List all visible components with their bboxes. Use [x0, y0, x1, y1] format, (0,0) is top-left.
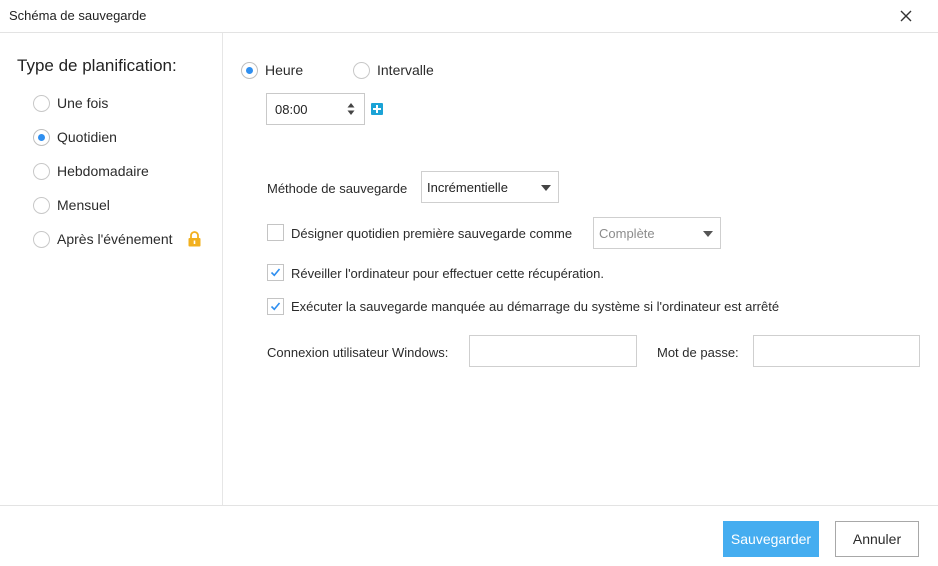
window-title: Schéma de sauvegarde	[9, 8, 147, 23]
cancel-button[interactable]: Annuler	[835, 521, 919, 557]
mode-intervalle-label: Intervalle	[377, 62, 434, 78]
schedule-type-daily-label: Quotidien	[57, 129, 117, 145]
dialog-footer: Sauvegarder Annuler	[0, 505, 938, 566]
checkmark-icon	[270, 268, 281, 277]
backup-method-select[interactable]: Incrémentielle	[421, 171, 559, 203]
radio-heure[interactable]	[241, 61, 258, 79]
schedule-type-weekly[interactable]: Hebdomadaire	[33, 161, 149, 181]
schedule-type-once-label: Une fois	[57, 95, 109, 111]
radio-intervalle[interactable]	[353, 61, 370, 79]
wake-computer-checkbox[interactable]	[267, 264, 284, 281]
schedule-type-daily[interactable]: Quotidien	[33, 127, 117, 147]
windows-user-input[interactable]	[469, 335, 637, 367]
schedule-type-after-event-label: Après l'événement	[57, 231, 173, 247]
time-stepper[interactable]: 08:00	[266, 93, 365, 125]
first-backup-label: Désigner quotidien première sauvegarde c…	[291, 226, 573, 241]
mode-intervalle[interactable]: Intervalle	[353, 60, 434, 80]
save-button[interactable]: Sauvegarder	[723, 521, 819, 557]
close-icon[interactable]	[898, 8, 914, 24]
schedule-type-sidebar: Type de planification: Une fois Quotidie…	[0, 33, 223, 505]
backup-method-label: Méthode de sauvegarde	[267, 181, 408, 196]
schedule-type-once[interactable]: Une fois	[33, 93, 108, 113]
schedule-type-monthly[interactable]: Mensuel	[33, 195, 110, 215]
password-input[interactable]	[753, 335, 920, 367]
missed-backup-checkbox[interactable]	[267, 298, 284, 315]
missed-backup-label: Exécuter la sauvegarde manquée au démarr…	[291, 299, 780, 314]
windows-user-label: Connexion utilisateur Windows:	[267, 345, 449, 360]
first-backup-checkbox[interactable]	[267, 224, 284, 241]
schedule-type-monthly-label: Mensuel	[57, 197, 110, 213]
radio-monthly[interactable]	[33, 196, 50, 214]
title-bar: Schéma de sauvegarde	[0, 0, 938, 33]
spinner-arrows-icon[interactable]	[347, 101, 355, 117]
password-label: Mot de passe:	[657, 345, 739, 360]
radio-daily[interactable]	[33, 128, 50, 146]
first-backup-value: Complète	[599, 226, 655, 241]
schedule-type-after-event[interactable]: Après l'événement	[33, 229, 201, 249]
time-value: 08:00	[275, 102, 308, 117]
mode-heure-label: Heure	[265, 62, 304, 78]
lock-icon	[188, 231, 201, 247]
radio-weekly[interactable]	[33, 162, 50, 180]
radio-after-event[interactable]	[33, 230, 50, 248]
backup-method-value: Incrémentielle	[427, 180, 508, 195]
radio-once[interactable]	[33, 94, 50, 112]
checkmark-icon	[270, 302, 281, 311]
wake-computer-label: Réveiller l'ordinateur pour effectuer ce…	[291, 266, 604, 281]
schedule-type-weekly-label: Hebdomadaire	[57, 163, 149, 179]
schedule-type-heading: Type de planification:	[17, 56, 177, 75]
chevron-down-icon	[703, 231, 713, 237]
schedule-settings-panel: Heure Intervalle 08:00 Méthode de sauveg…	[224, 33, 938, 505]
chevron-down-icon	[541, 185, 551, 191]
add-time-icon[interactable]	[371, 103, 383, 115]
mode-heure[interactable]: Heure	[241, 60, 303, 80]
first-backup-select[interactable]: Complète	[593, 217, 721, 249]
